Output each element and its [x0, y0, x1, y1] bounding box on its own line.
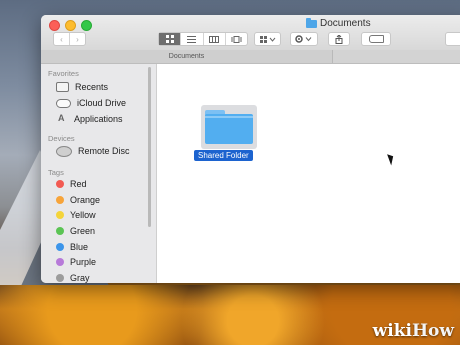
- tag-icon: [368, 35, 384, 43]
- gear-icon: [291, 33, 317, 45]
- sidebar-item-label: Recents: [75, 82, 109, 92]
- sidebar-item-tag-orange[interactable]: Orange: [56, 193, 100, 207]
- gray-tag-icon: [56, 274, 64, 282]
- list-icon: [187, 35, 197, 43]
- cloud-icon: [56, 98, 71, 108]
- sidebar-item-applications[interactable]: Applications: [56, 112, 123, 126]
- folder-icon: [306, 17, 317, 28]
- orange-tag-icon: [56, 196, 64, 204]
- window-controls: [49, 20, 92, 31]
- arrange-icon: [255, 33, 280, 45]
- purple-tag-icon: [56, 258, 64, 266]
- sidebar-item-label: Purple: [70, 257, 97, 267]
- sidebar-item-tag-green[interactable]: Green: [56, 224, 95, 238]
- view-mode-control: [158, 32, 248, 46]
- sidebar-item-label: iCloud Drive: [77, 98, 127, 108]
- green-tag-icon: [56, 227, 64, 235]
- sidebar-item-label: Yellow: [70, 210, 96, 220]
- zoom-button[interactable]: [81, 20, 92, 31]
- minimize-button[interactable]: [65, 20, 76, 31]
- sidebar-item-tag-red[interactable]: Red: [56, 177, 87, 191]
- sidebar-item-label: Blue: [70, 242, 89, 252]
- tags-header: Tags: [48, 168, 64, 177]
- nav-buttons: ‹ ›: [53, 32, 86, 46]
- search-field[interactable]: [445, 32, 460, 46]
- sidebar-item-icloud-drive[interactable]: iCloud Drive: [56, 96, 126, 110]
- wikihow-watermark: wikiHow: [372, 321, 454, 341]
- folder-icon-stripe: [205, 116, 253, 118]
- sidebar-item-recents[interactable]: Recents: [56, 80, 108, 94]
- sidebar-item-label: Red: [70, 179, 87, 189]
- arrange-button[interactable]: [254, 32, 281, 46]
- sidebar-scrollbar[interactable]: [148, 67, 151, 227]
- tags-button[interactable]: [361, 32, 391, 46]
- sidebar-item-tag-blue[interactable]: Blue: [56, 240, 88, 254]
- shared-folder-label[interactable]: Shared Folder: [194, 150, 253, 161]
- share-button[interactable]: [328, 32, 350, 46]
- sidebar-item-tag-gray[interactable]: Gray: [56, 271, 90, 283]
- sidebar-item-label: Orange: [70, 195, 101, 205]
- gallery-view-button[interactable]: [226, 33, 247, 45]
- devices-header: Devices: [48, 134, 75, 143]
- sidebar-item-tag-yellow[interactable]: Yellow: [56, 208, 96, 222]
- sidebar: Favorites Recents iCloud Drive Applicati…: [41, 64, 157, 283]
- sidebar-item-label: Applications: [74, 114, 123, 124]
- blue-tag-icon: [56, 243, 64, 251]
- share-icon: [335, 34, 343, 44]
- mouse-pointer-icon: [387, 152, 396, 166]
- finder-window: Documents ‹ › Documents Favorites Recent…: [41, 15, 460, 283]
- title-bar: Documents ‹ ›: [41, 15, 460, 51]
- folder-icon-body: [205, 114, 253, 144]
- grid-icon: [165, 35, 174, 43]
- applications-icon: [56, 113, 68, 125]
- tab-second[interactable]: Do: [333, 50, 460, 63]
- file-area: Shared Folder: [157, 64, 460, 283]
- column-view-button[interactable]: [204, 33, 226, 45]
- forward-button[interactable]: ›: [70, 33, 85, 45]
- cover-flow-icon: [231, 35, 242, 43]
- icon-view-button[interactable]: [159, 33, 182, 45]
- tab-documents[interactable]: Documents: [41, 50, 333, 63]
- favorites-header: Favorites: [48, 69, 79, 78]
- action-button[interactable]: [290, 32, 318, 46]
- sidebar-item-label: Remote Disc: [78, 146, 130, 156]
- yellow-tag-icon: [56, 211, 64, 219]
- tab-bar: Documents Do: [41, 50, 460, 64]
- red-tag-icon: [56, 180, 64, 188]
- window-title: Documents: [306, 17, 371, 29]
- back-button[interactable]: ‹: [54, 33, 70, 45]
- sidebar-item-label: Gray: [70, 273, 90, 283]
- clock-icon: [56, 82, 69, 92]
- sidebar-item-tag-purple[interactable]: Purple: [56, 255, 96, 269]
- disc-icon: [56, 145, 72, 157]
- close-button[interactable]: [49, 20, 60, 31]
- sidebar-item-remote-disc[interactable]: Remote Disc: [56, 144, 130, 158]
- window-title-text: Documents: [320, 18, 371, 29]
- sidebar-item-label: Green: [70, 226, 96, 236]
- list-view-button[interactable]: [181, 33, 204, 45]
- columns-icon: [209, 35, 220, 43]
- shared-folder-item[interactable]: [201, 105, 257, 149]
